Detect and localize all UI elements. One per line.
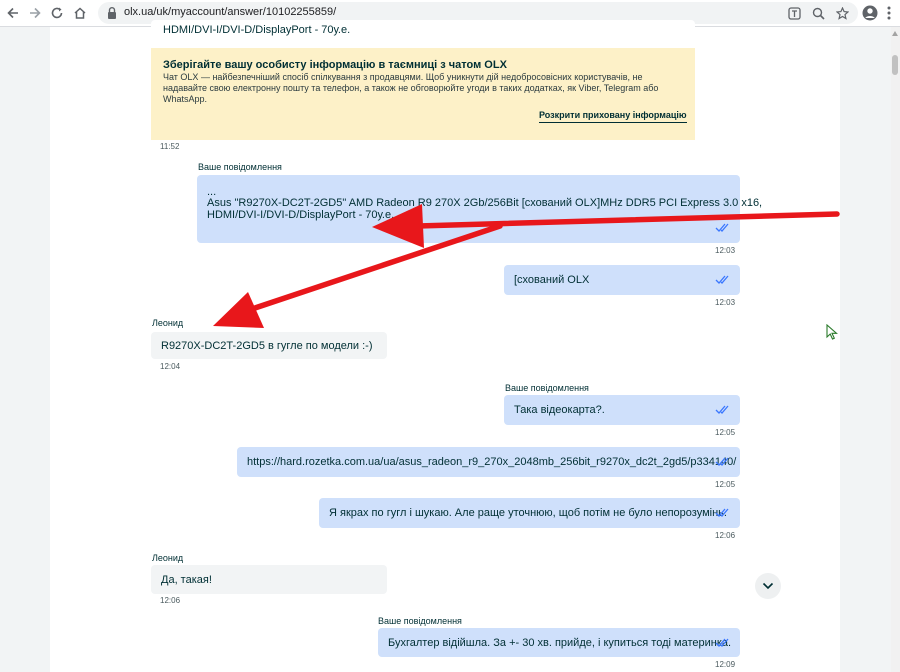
message-time: 12:03: [715, 246, 736, 255]
my-message-bubble[interactable]: Бухгалтер відійшла. За +- 30 хв. прийде,…: [378, 628, 740, 657]
back-icon[interactable]: [3, 3, 23, 23]
contact-message-bubble[interactable]: R9270X-DC2T-2GD5 в гугле по модели :-): [151, 332, 387, 359]
profile-icon[interactable]: [860, 3, 880, 23]
message-time: 12:03: [715, 298, 736, 307]
message-time: 12:05: [715, 480, 736, 489]
message-fragment-top: HDMI/DVI-I/DVI-D/DisplayPort - 70у.е.: [151, 20, 695, 48]
star-icon[interactable]: [834, 5, 850, 21]
my-message-label: Ваше повідомлення: [505, 383, 589, 393]
warning-title: Зберігайте вашу особисту інформацію в та…: [163, 59, 507, 71]
safety-warning: Зберігайте вашу особисту інформацію в та…: [151, 48, 695, 140]
my-message-bubble[interactable]: Така відеокарта?.: [504, 395, 740, 425]
my-message-bubble[interactable]: Я якрах по гугл і шукаю. Але раще уточню…: [319, 498, 740, 528]
my-message-bubble[interactable]: [схований OLX: [504, 265, 740, 295]
menu-icon[interactable]: [884, 5, 894, 21]
message-time: 12:09: [715, 660, 736, 669]
message-time: 12:04: [160, 362, 181, 371]
forward-icon[interactable]: [25, 3, 45, 23]
reload-icon[interactable]: [47, 3, 67, 23]
message-time: 12:05: [715, 428, 736, 437]
message-time: 12:06: [160, 596, 181, 605]
my-message-label: Ваше повідомлення: [198, 162, 282, 172]
read-check-icon: [715, 508, 729, 517]
scroll-to-bottom-button[interactable]: [755, 573, 781, 599]
mouse-cursor-icon: [826, 324, 838, 340]
chevron-down-icon: [762, 582, 774, 590]
url-text[interactable]: olx.ua/uk/myaccount/answer/10102255859/: [124, 6, 336, 18]
scroll-thumb[interactable]: [892, 55, 898, 75]
reveal-hidden-info-link[interactable]: Розкрити приховану інформацію: [539, 110, 687, 123]
read-check-icon: [715, 275, 729, 284]
lock-icon[interactable]: [106, 6, 118, 20]
contact-name: Леонид: [152, 318, 184, 328]
message-time: 11:52: [160, 142, 180, 151]
contact-name: Леонид: [152, 553, 184, 563]
read-check-icon: [715, 457, 729, 466]
read-check-icon: [715, 223, 729, 232]
my-message-bubble[interactable]: https://hard.rozetka.com.ua/ua/asus_rade…: [237, 447, 740, 477]
translate-icon[interactable]: [786, 5, 802, 21]
home-icon[interactable]: [70, 3, 90, 23]
my-message-bubble[interactable]: ... Asus "R9270X-DC2T-2GD5" AMD Radeon R…: [197, 175, 762, 243]
page-scrollbar[interactable]: [891, 27, 900, 672]
message-time: 12:06: [715, 531, 736, 540]
message-link[interactable]: https://hard.rozetka.com.ua/ua/asus_rade…: [247, 455, 736, 469]
scroll-up-arrow-icon[interactable]: [892, 31, 898, 36]
warning-body: Чат OLX — найбезпечніший спосіб спілкува…: [163, 72, 659, 104]
my-message-label: Ваше повідомлення: [378, 616, 462, 626]
contact-message-bubble[interactable]: Да, такая!: [151, 565, 387, 594]
read-check-icon: [715, 405, 729, 414]
read-check-icon: [715, 638, 729, 647]
zoom-icon[interactable]: [810, 5, 826, 21]
